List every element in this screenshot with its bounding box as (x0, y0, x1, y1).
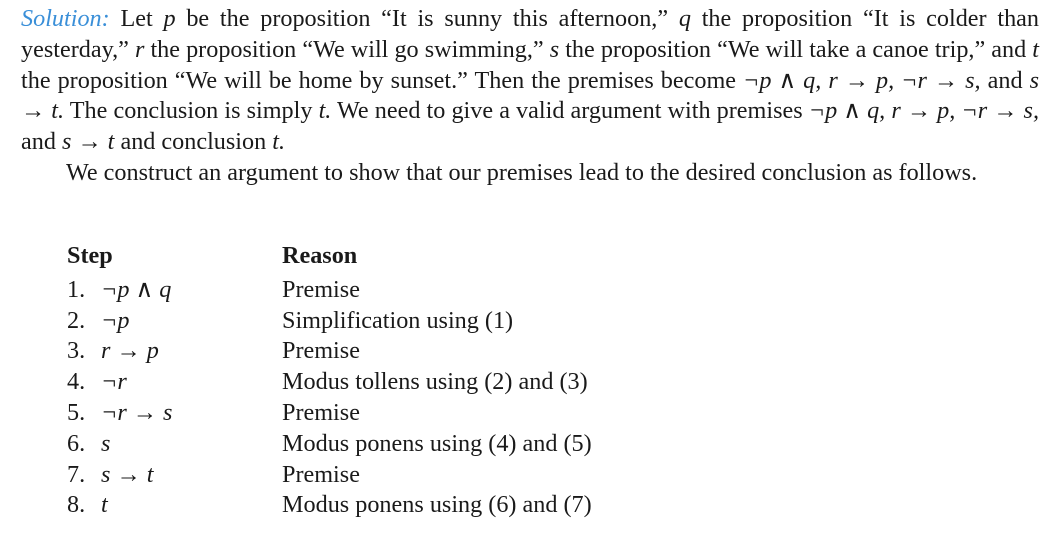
step-cell: 5. ¬r → s (67, 398, 282, 429)
step-number: 3. (67, 337, 86, 365)
step-number: 6. (67, 429, 86, 457)
step-expression: r → p (101, 337, 159, 365)
math-expression: s → t (61, 128, 115, 156)
header-step: Step (67, 242, 113, 269)
reason-cell: Modus ponens using (6) and (7) (282, 491, 592, 519)
step-number: 7. (67, 460, 86, 488)
argument-table: Step Reason 1. ¬p ∧ q Premise 2. ¬p Simplific… (67, 241, 592, 521)
step-cell: 3. r → p (67, 336, 282, 367)
math-variable: q (678, 5, 691, 32)
step-cell: 7. s → t (67, 460, 282, 491)
text-run: The conclusion is simply (64, 97, 319, 125)
construct-paragraph: We construct an argument to show that ou… (66, 158, 978, 186)
table-row: 4. ¬r Modus tollens using (2) and (3) (67, 367, 592, 398)
text-run: and (980, 66, 1030, 94)
step-expression: ¬p (101, 306, 130, 334)
step-expression: ¬r (101, 368, 127, 396)
reason-cell: Premise (282, 275, 360, 303)
reason-cell: Simplification using (1) (282, 306, 514, 334)
step-expression: t (101, 491, 108, 519)
text-run: the proposition “We will take a canoe tr… (559, 35, 1033, 63)
table-row: 1. ¬p ∧ q Premise (67, 275, 592, 306)
step-expression: s (101, 429, 111, 457)
step-number: 2. (67, 306, 86, 334)
math-variable: p (163, 5, 176, 32)
reason-cell: Premise (282, 337, 360, 365)
text-run: We need to give a valid argument with pr… (331, 97, 809, 125)
header-reason: Reason (282, 242, 358, 269)
step-expression: s → t (101, 460, 154, 488)
step-cell: 2. ¬p (67, 306, 282, 337)
table-row: 6. s Modus ponens using (4) and (5) (67, 429, 592, 460)
text-run: the proposition “We will be home by suns… (21, 66, 744, 94)
step-number: 4. (67, 368, 86, 396)
table-row: 3. r → p Premise (67, 336, 592, 367)
math-expression: ¬p ∧ q, r → p, ¬r → s, (808, 97, 1040, 125)
step-cell: 4. ¬r (67, 367, 282, 398)
reason-cell: Premise (282, 398, 360, 426)
step-number: 5. (67, 398, 86, 426)
reason-cell: Modus ponens using (4) and (5) (282, 429, 592, 457)
text-run: and conclusion (114, 128, 273, 156)
math-variable: t (1032, 35, 1039, 63)
table-header-row: Step Reason (67, 241, 592, 275)
step-expression: ¬p ∧ q (101, 275, 172, 303)
table-body: 1. ¬p ∧ q Premise 2. ¬p Simplification using … (67, 275, 592, 521)
math-variable: r (134, 35, 145, 63)
table-row: 8. t Modus ponens using (6) and (7) (67, 490, 592, 521)
reason-cell: Modus tollens using (2) and (3) (282, 368, 588, 396)
step-number: 1. (67, 275, 86, 303)
step-number: 8. (67, 491, 86, 519)
table-row: 7. s → t Premise (67, 460, 592, 491)
step-expression: ¬r → s (101, 398, 173, 426)
step-cell: 6. s (67, 429, 282, 460)
text-run: the proposition “We will go swimming,” (144, 35, 550, 63)
math-expression: t. (272, 128, 286, 156)
table-row: 2. ¬p Simplification using (1) (67, 306, 592, 337)
solution-label: Solution: (21, 5, 110, 32)
math-expression: ¬p ∧ q, r → p, ¬r → s, (743, 66, 981, 94)
text-run: be the proposition “It is sunny this aft… (175, 5, 679, 32)
text-run: Let (109, 5, 164, 32)
solution-paragraph: Solution: Let p be the proposition “It i… (21, 4, 1039, 158)
reason-cell: Premise (282, 460, 360, 488)
text-run: and (21, 128, 62, 156)
math-expression: t. (318, 97, 332, 125)
math-variable: s (549, 35, 560, 63)
step-cell: 8. t (67, 490, 282, 521)
step-cell: 1. ¬p ∧ q (67, 275, 282, 306)
table-row: 5. ¬r → s Premise (67, 398, 592, 429)
document-page: Solution: Let p be the proposition “It i… (0, 0, 1057, 544)
